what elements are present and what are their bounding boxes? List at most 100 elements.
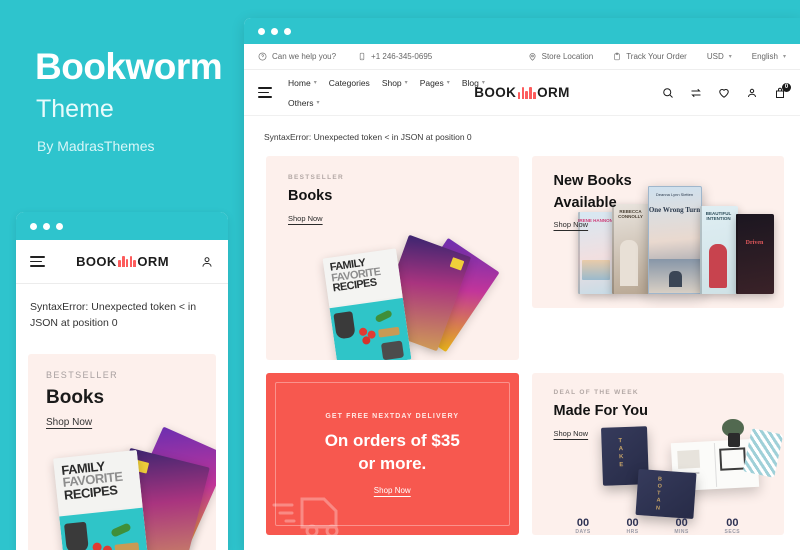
nav-item-label: Categories [328,77,370,88]
mobile-logo[interactable]: BOOK ORM [45,254,200,269]
nav-row-primary: Home ▾ Categories Shop ▾ Pages ▾ Blog ▾ [288,78,485,88]
chevron-down-icon: ▾ [728,54,732,60]
mobile-icon [359,52,365,61]
mobile-error-message: SyntaxError: Unexpected token < in JSON … [30,301,197,329]
card-title-line2: or more. [358,453,427,473]
promo-card-new-books[interactable]: New Books Available Shop Now IRENE HANNO… [531,156,784,308]
store-location-link[interactable]: Store Location [528,52,594,61]
nav-links: Home ▾ Categories Shop ▾ Pages ▾ Blog ▾ [288,78,485,108]
browser-window-chrome [244,18,800,44]
window-dot-close[interactable] [30,222,37,230]
compare-icon[interactable] [690,87,702,99]
card-eyebrow: BESTSELLER [288,174,344,181]
window-dot-maximize[interactable] [56,222,63,230]
user-icon[interactable] [200,255,214,269]
nav-item-label: Pages [419,77,444,88]
card-title: Books [288,188,333,204]
phone-link[interactable]: +1 246-345-0695 [358,52,432,61]
nav-item-label: Others [288,97,314,108]
promo-card-deal-of-week[interactable]: DEAL OF THE WEEK Made For You Shop Now T… [531,373,785,535]
shop-now-link[interactable]: Shop Now [28,409,216,428]
chevron-down-icon: ▾ [316,100,320,106]
chevron-down-icon: ▾ [404,80,408,86]
hamburger-icon[interactable] [258,87,272,98]
track-order-label: Track Your Order [626,52,687,61]
window-dot-minimize[interactable] [43,222,50,230]
currency-selector[interactable]: USD ▾ [707,52,732,61]
card-title-line1: New Books [553,173,632,189]
book-mark-icon [517,86,536,99]
card-title-line1: On orders of $35 [324,431,460,451]
shop-now-link[interactable]: Shop Now [554,429,589,438]
hero-subtitle: Theme [36,95,114,123]
language-selector[interactable]: English ▾ [752,52,786,61]
map-pin-icon [529,53,536,61]
error-message: SyntaxError: Unexpected token < in JSON … [264,132,472,142]
track-order-link[interactable]: Track Your Order [613,52,687,61]
hamburger-icon[interactable] [30,256,45,267]
countdown-value: 00 [726,517,739,529]
main-navbar: Home ▾ Categories Shop ▾ Pages ▾ Blog ▾ [244,70,800,116]
logo-text-left: BOOK [76,254,117,269]
countdown-value: 00 [675,517,688,529]
logo-text-left: BOOK [474,85,517,100]
shop-now-link[interactable]: Shop Now [288,214,323,223]
chevron-down-icon: ▾ [782,54,786,60]
countdown-timer: 00 DAYS 00 HRS 00 MINS 00 SECS [532,517,785,535]
card-eyebrow: BESTSELLER [46,369,119,380]
book-title: Driven [745,240,764,246]
nav-item-label: Home [288,77,311,88]
cart-icon[interactable]: 0 [774,82,791,99]
utility-topbar: Can we help you? +1 246-345-0695 Store L… [244,44,800,70]
hero-author: By MadrasThemes [37,138,155,154]
shop-now-link[interactable]: Shop Now [554,220,589,229]
nav-item-home[interactable]: Home ▾ [288,78,317,88]
countdown-label: HRS [626,529,639,535]
shop-now-link[interactable]: Shop Now [374,486,411,495]
countdown-label: DAYS [575,529,591,535]
user-icon[interactable] [746,87,758,99]
window-dot-close[interactable] [258,27,265,35]
logo-text-right: ORM [137,254,169,269]
language-label: English [751,52,778,61]
help-link[interactable]: Can we help you? [258,52,336,61]
card-title: Books [46,386,105,408]
mobile-window-chrome [16,212,228,240]
mobile-preview-window: BOOK ORM SyntaxError: Unexpected token <… [16,212,228,550]
recipes-artwork: FAMILY FAVORITE RECIPES [52,426,216,550]
chevron-down-icon: ▾ [313,80,317,86]
desktop-preview-window: Can we help you? +1 246-345-0695 Store L… [244,18,800,550]
search-icon[interactable] [662,87,674,99]
countdown-minutes: 00 MINS [674,517,689,535]
nav-item-others[interactable]: Others ▾ [288,98,320,108]
chevron-down-icon: ▾ [446,80,450,86]
countdown-value: 00 [576,517,590,529]
book-mark-icon [118,256,136,267]
countdown-label: SECS [724,529,741,535]
recipes-artwork: FAMILY FAVORITE RECIPES [308,231,508,360]
phone-label: +1 246-345-0695 [371,52,433,61]
wishlist-heart-icon[interactable] [718,87,730,99]
nav-icon-group: 0 [662,82,791,99]
card-eyebrow: GET FREE NEXTDAY DELIVERY [325,413,460,421]
countdown-hours: 00 HRS [626,517,638,535]
store-location-label: Store Location [541,52,594,61]
window-dot-minimize[interactable] [271,27,278,35]
site-logo[interactable]: BOOK ORM [474,85,570,100]
countdown-seconds: 00 SECS [725,517,741,535]
promo-card-delivery[interactable]: GET FREE NEXTDAY DELIVERY On orders of $… [266,373,519,535]
nav-item-pages[interactable]: Pages ▾ [420,78,450,88]
card-eyebrow: DEAL OF THE WEEK [553,389,639,396]
promo-card-bestseller[interactable]: BESTSELLER Books Shop Now FAMILY FAVORITE… [266,156,519,360]
hero-title: Bookworm [35,46,223,87]
logo-text-right: ORM [537,85,570,100]
countdown-value: 00 [626,517,639,529]
nav-item-categories[interactable]: Categories [329,78,370,88]
card-title: Made For You [553,403,649,419]
clipboard-icon [614,52,620,61]
window-dot-maximize[interactable] [284,27,291,35]
mobile-bestseller-card[interactable]: BESTSELLER Books Shop Now FAMILY FAVORITE… [28,353,216,550]
question-circle-icon [258,52,267,61]
nav-row-secondary: Others ▾ [288,98,485,108]
nav-item-shop[interactable]: Shop ▾ [382,78,408,88]
